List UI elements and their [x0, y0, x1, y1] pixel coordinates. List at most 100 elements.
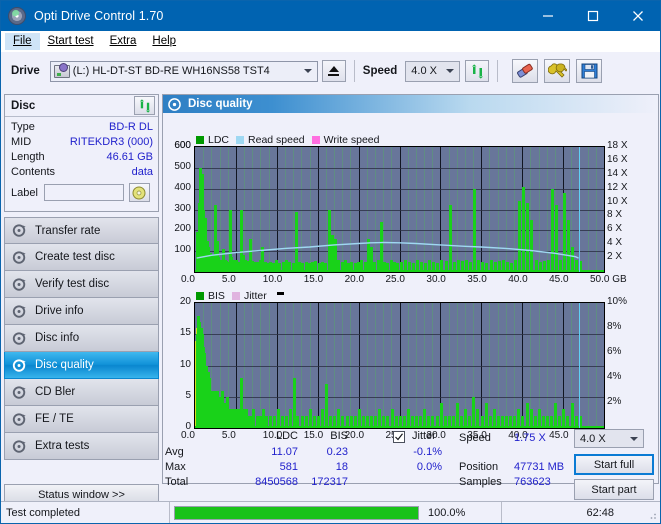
sidebar-item-drive-info[interactable]: Drive info: [4, 298, 159, 325]
stats-total-ldc: 8450568: [255, 476, 298, 488]
progress-percent: 100.0%: [428, 506, 466, 519]
disc-row-type-key: Type: [11, 121, 35, 133]
menu-start-test[interactable]: Start test: [40, 33, 102, 51]
wrench-icon: [547, 62, 567, 78]
close-button[interactable]: [615, 1, 660, 31]
content-panel: Disc quality LDC Read speed Write speed …: [162, 94, 659, 484]
disc-row-mid-value: RITEKDR3 (000): [69, 136, 153, 148]
content-header: Disc quality: [163, 95, 658, 113]
stats-speed-value: 1.75 X: [514, 432, 546, 444]
save-icon: [581, 63, 598, 79]
erase-button[interactable]: [512, 59, 539, 83]
stats-panel: LDC BIS Jitter Avg 11.07 0.23 -0.1% Max …: [162, 428, 659, 500]
legend-swatch-write-speed: [311, 136, 320, 144]
stats-total-bis: 172317: [311, 476, 348, 488]
maximize-button[interactable]: [570, 1, 615, 31]
menu-help-label: Help: [152, 34, 177, 47]
y-tick-label: 10: [179, 358, 191, 370]
sidebar-item-label: FE / TE: [35, 413, 74, 425]
disc-row-mid-key: MID: [11, 136, 32, 148]
drive-select[interactable]: (L:) HL-DT-ST BD-RE WH16NS58 TST4: [49, 60, 318, 82]
legend-swatch-bis: [196, 292, 204, 300]
sidebar-item-label: Extra tests: [35, 440, 90, 452]
sidebar-item-fe-te[interactable]: FE / TE: [4, 406, 159, 433]
disc-quality-icon: [168, 97, 181, 111]
x-tick-label: 35.0: [467, 274, 487, 285]
toolbar-divider-2: [497, 60, 499, 82]
sidebar-item-extra-tests[interactable]: Extra tests: [4, 433, 159, 460]
test-speed-select[interactable]: 4.0 X: [574, 429, 644, 448]
series-bis: [195, 303, 604, 428]
speed-select[interactable]: 4.0 X: [405, 60, 461, 82]
app-disc-icon: [8, 7, 26, 25]
sidebar-item-transfer-rate[interactable]: Transfer rate: [4, 217, 159, 244]
drive-select-value: (L:) HL-DT-ST BD-RE WH16NS58 TST4: [72, 65, 270, 77]
disc-verify-icon: [12, 277, 26, 291]
stats-avg-ldc: 11.07: [271, 446, 298, 458]
sidebar-item-cd-bler[interactable]: CD Bler: [4, 379, 159, 406]
disc-refresh-button[interactable]: [134, 96, 155, 115]
y-tick-label: 100: [174, 244, 191, 256]
x-tick-label: 0.0: [181, 274, 195, 285]
status-message: Test completed: [6, 506, 80, 519]
chevron-down-icon: [446, 69, 455, 73]
refresh-button[interactable]: [465, 60, 490, 82]
sidebar-item-verify-test-disc[interactable]: Verify test disc: [4, 271, 159, 298]
disc-info-rows: Type BD-R DL MID RITEKDR3 (000) Length 4…: [5, 117, 158, 202]
eject-icon: [328, 66, 340, 76]
refresh-icon: [471, 63, 483, 79]
disc-row-type: Type BD-R DL: [11, 120, 153, 135]
stats-col-ldc: LDC: [275, 430, 298, 442]
disc-label-input[interactable]: [43, 184, 124, 201]
y2-tick-label: 14 X: [607, 167, 628, 179]
progress-fill: [175, 506, 418, 519]
y-tick-label: 15: [179, 327, 191, 339]
sidebar-item-label: Disc info: [35, 332, 80, 344]
status-divider-1: [169, 501, 170, 523]
legend-swatch-jitter: [231, 292, 240, 300]
resize-grip-icon[interactable]: [646, 509, 658, 521]
minimize-button[interactable]: [525, 1, 570, 31]
sidebar-item-disc-info[interactable]: Disc info: [4, 325, 159, 352]
x-tick-label: 45.0: [549, 274, 569, 285]
stats-max-bis: 18: [335, 461, 348, 473]
disc-create-icon: [12, 250, 26, 264]
bis-plot-area: [194, 302, 605, 429]
bis-chart-legend: BIS Jitter: [196, 290, 284, 302]
chart-cursor: [578, 147, 580, 272]
disc-row-contents-key: Contents: [11, 166, 56, 178]
menu-help[interactable]: Help: [144, 33, 184, 51]
sidebar-item-disc-quality[interactable]: Disc quality: [4, 352, 159, 379]
drive-toolbar: Drive (L:) HL-DT-ST BD-RE WH16NS58 TST4 …: [1, 52, 660, 90]
menu-extra[interactable]: Extra: [102, 33, 145, 51]
save-button[interactable]: [576, 59, 603, 83]
y-tick-label: 200: [174, 223, 191, 235]
legend-swatch-ldc: [196, 136, 204, 144]
disc-fete-icon: [12, 412, 26, 426]
sidebar-item-create-test-disc[interactable]: Create test disc: [4, 244, 159, 271]
stats-position-key: Position: [459, 461, 499, 473]
disc-quality-icon: [12, 358, 26, 372]
eject-button[interactable]: [321, 60, 346, 82]
x-tick-label: 15.0: [303, 274, 324, 285]
jitter-checkbox[interactable]: [393, 431, 405, 443]
legend-swatch-read-speed: [236, 136, 245, 144]
y-tick-label: 300: [174, 202, 191, 214]
x-tick-label: 25.0: [385, 274, 405, 285]
stats-row-total-key: Total: [165, 476, 189, 488]
y2-tick-label: 10 X: [607, 195, 628, 207]
sidebar-item-label: CD Bler: [35, 386, 76, 398]
start-part-button[interactable]: Start part: [574, 479, 654, 500]
disc-row-contents-value: data: [131, 166, 153, 178]
disc-row-length-value: 46.61 GB: [106, 151, 153, 163]
disc-label-button[interactable]: [128, 183, 150, 202]
status-bar: Test completed 100.0% 62:48: [1, 501, 660, 523]
speed-label: Speed: [362, 65, 398, 77]
tools-button[interactable]: [544, 59, 571, 83]
disc-panel-title: Disc: [11, 99, 36, 112]
disc-bler-icon: [12, 385, 26, 399]
disc-row-length: Length 46.61 GB: [11, 150, 153, 165]
start-full-button[interactable]: Start full: [574, 454, 654, 475]
menu-file[interactable]: File: [5, 32, 40, 51]
y-tick-label: 500: [174, 160, 191, 172]
